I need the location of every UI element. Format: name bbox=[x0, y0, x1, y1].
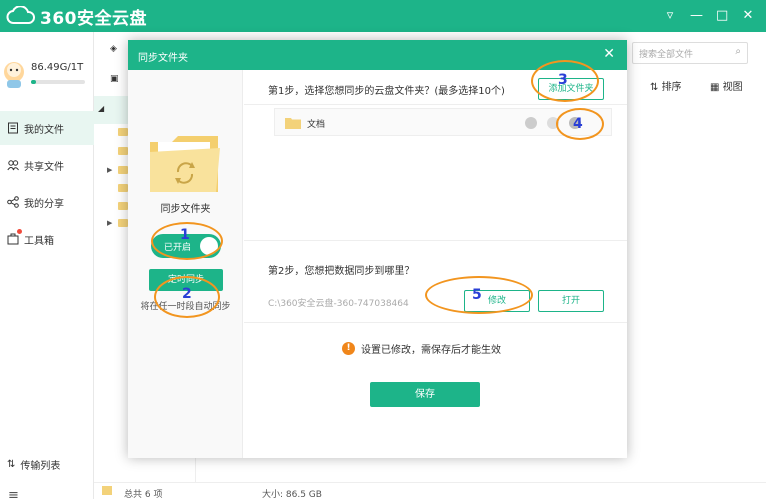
grid-icon: ▦ bbox=[710, 82, 723, 93]
divider bbox=[244, 240, 627, 241]
share-icon bbox=[7, 196, 19, 208]
cloud-logo-icon bbox=[6, 6, 35, 24]
divider bbox=[244, 322, 627, 323]
maximize-button[interactable]: □ bbox=[716, 8, 728, 24]
notification-dot bbox=[17, 229, 22, 234]
left-title: 同步文件夹 bbox=[160, 204, 211, 215]
divider bbox=[244, 104, 627, 105]
annotation-number-5: 5 bbox=[472, 287, 482, 303]
settings-notice: ! 设置已修改，需保存后才能生效 bbox=[342, 341, 501, 356]
sidebar-item-label: 共享文件 bbox=[24, 161, 64, 173]
folder-icon bbox=[285, 118, 301, 129]
close-window-button[interactable]: ✕ bbox=[742, 8, 754, 24]
sidebar: 86.49G/1T 我的文件 共享文件 我的分享 工具箱 ⇅ 传输列表 ≡ bbox=[0, 32, 94, 499]
status-bar: 总共 6 项 大小: 86.5 GB bbox=[94, 482, 766, 499]
transfer-arrows-icon: ⇅ bbox=[7, 459, 16, 470]
folder-name: 文档 bbox=[307, 120, 326, 130]
sidebar-item-shared-files[interactable]: 共享文件 bbox=[0, 148, 94, 182]
file-list-icon bbox=[8, 122, 18, 134]
open-button[interactable]: 打开 bbox=[538, 290, 604, 312]
tree-folder-icon[interactable] bbox=[118, 128, 128, 136]
warning-icon: ! bbox=[342, 342, 355, 355]
search-input[interactable]: 搜索全部文件 ⌕ bbox=[632, 42, 748, 64]
tree-folder-icon[interactable] bbox=[118, 219, 128, 227]
toolbox-icon bbox=[7, 233, 19, 245]
annotation-number-3: 3 bbox=[558, 72, 568, 88]
view-label: 视图 bbox=[722, 82, 743, 93]
expand-icon[interactable]: ▶ bbox=[107, 166, 112, 174]
view-button[interactable]: ▦ 视图 bbox=[710, 78, 743, 93]
tree-folder-icon[interactable] bbox=[118, 166, 128, 174]
title-bar: 360安全云盘 ▿ — □ ✕ bbox=[0, 0, 766, 32]
dropdown-icon[interactable]: ▿ bbox=[664, 8, 676, 24]
expand-icon[interactable]: ▶ bbox=[107, 219, 112, 227]
storage-fill bbox=[31, 80, 36, 84]
step1-label: 第1步，选择您想同步的云盘文件夹？(最多选择10个) bbox=[268, 86, 505, 97]
menu-icon[interactable]: ≡ bbox=[8, 488, 19, 499]
notice-text: 设置已修改，需保存后才能生效 bbox=[361, 345, 501, 356]
shield-icon: ◈ bbox=[110, 44, 117, 54]
sync-folder-icon bbox=[150, 136, 220, 192]
annotation-number-1: 1 bbox=[180, 227, 190, 243]
status-count: 总共 6 项 bbox=[124, 490, 163, 499]
app-title: 360安全云盘 bbox=[40, 8, 147, 29]
local-path: C:\360安全云盘-360-747038464 bbox=[268, 299, 409, 309]
sort-button[interactable]: ⇅ 排序 bbox=[650, 78, 682, 93]
storage-usage: 86.49G/1T bbox=[31, 62, 84, 73]
app-logo: 360安全云盘 bbox=[6, 4, 147, 29]
annotation-number-4: 4 bbox=[573, 116, 583, 132]
sort-label: 排序 bbox=[661, 82, 682, 93]
transfer-label: 传输列表 bbox=[20, 461, 61, 472]
step2-label: 第2步，您想把数据同步到哪里？ bbox=[268, 266, 415, 277]
lock-icon: ▣ bbox=[110, 74, 119, 84]
annotation-number-2: 2 bbox=[182, 286, 192, 302]
tree-folder-icon[interactable] bbox=[118, 184, 128, 192]
tree-folder-icon[interactable] bbox=[118, 147, 128, 155]
sidebar-item-toolbox[interactable]: 工具箱 bbox=[0, 222, 94, 256]
sidebar-item-label: 工具箱 bbox=[24, 235, 54, 247]
search-icon[interactable]: ⌕ bbox=[735, 46, 741, 57]
close-icon[interactable]: ✕ bbox=[603, 46, 615, 62]
sidebar-item-label: 我的分享 bbox=[24, 198, 64, 210]
collapse-icon[interactable]: ◢ bbox=[98, 104, 104, 113]
save-button[interactable]: 保存 bbox=[370, 382, 480, 407]
transfer-list[interactable]: ⇅ 传输列表 bbox=[7, 457, 60, 472]
users-icon bbox=[7, 160, 19, 171]
status-size: 大小: 86.5 GB bbox=[262, 490, 322, 499]
sidebar-item-my-files[interactable]: 我的文件 bbox=[0, 111, 94, 145]
tree-folder-icon[interactable] bbox=[118, 202, 128, 210]
avatar[interactable] bbox=[2, 60, 26, 88]
search-placeholder: 搜索全部文件 bbox=[639, 50, 694, 60]
dialog-title: 同步文件夹 bbox=[138, 53, 188, 64]
sort-icon: ⇅ bbox=[650, 82, 662, 93]
dialog-left-panel: 同步文件夹 已开启 定时同步 将在任一时段自动同步 bbox=[128, 70, 243, 458]
status-folder-icon bbox=[102, 486, 112, 495]
minimize-button[interactable]: — bbox=[690, 8, 703, 24]
sidebar-item-my-shares[interactable]: 我的分享 bbox=[0, 185, 94, 219]
sync-status-icon bbox=[525, 117, 537, 129]
sidebar-item-label: 我的文件 bbox=[24, 124, 64, 136]
storage-bar bbox=[31, 80, 85, 84]
